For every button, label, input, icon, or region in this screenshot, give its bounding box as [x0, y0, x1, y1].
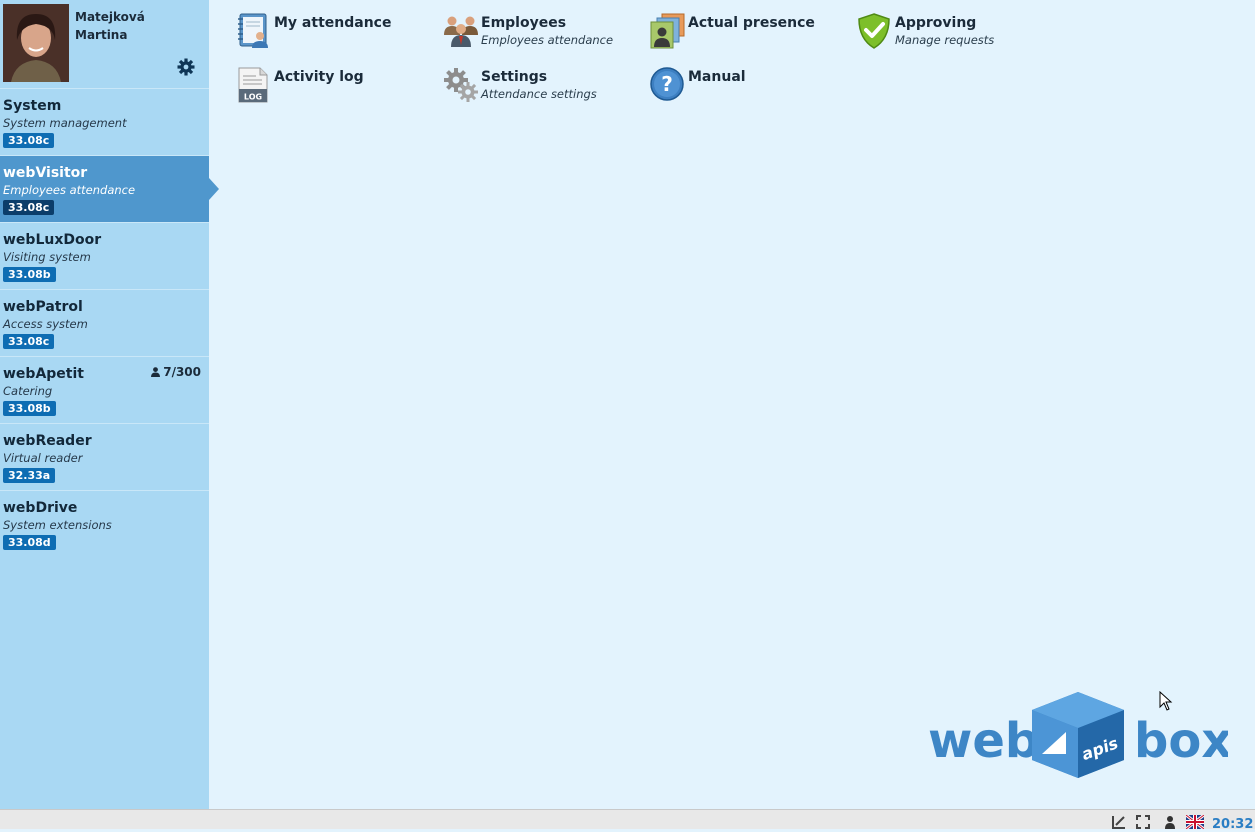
svg-text:web: web — [928, 713, 1039, 769]
shield-check-icon — [857, 13, 893, 49]
module-actual-presence[interactable]: Actual presence — [650, 13, 850, 57]
module-title: Actual presence — [688, 15, 815, 31]
module-title: Approving — [895, 15, 977, 31]
version-badge: 33.08b — [3, 267, 56, 282]
version-badge: 33.08b — [3, 401, 56, 416]
app-item-webvisitor[interactable]: webVisitor Employees attendance 33.08c — [0, 156, 219, 223]
version-badge: 33.08c — [3, 200, 55, 215]
mouse-cursor-icon — [1159, 691, 1173, 711]
app-title: webApetit — [3, 366, 84, 382]
app-title: webPatrol — [3, 299, 83, 315]
help-icon: ? — [650, 67, 686, 103]
app-subtitle: Catering — [3, 384, 53, 398]
app-subtitle: Access system — [3, 317, 88, 331]
person-icon — [151, 367, 161, 377]
svg-text:box: box — [1134, 713, 1228, 769]
app-item-webreader[interactable]: webReader Virtual reader 32.33a — [0, 424, 209, 491]
app-item-webpatrol[interactable]: webPatrol Access system 33.08c — [0, 290, 209, 357]
app-subtitle: Virtual reader — [3, 451, 83, 465]
uk-flag-icon[interactable] — [1186, 815, 1204, 829]
log-document-icon: LOG — [236, 67, 272, 103]
app-title: webReader — [3, 433, 92, 449]
app-title: webLuxDoor — [3, 232, 102, 248]
user-count-value: 7/300 — [163, 365, 201, 379]
notebook-person-icon — [236, 13, 272, 49]
module-manual[interactable]: ? Manual — [650, 67, 850, 111]
user-icon[interactable] — [1163, 815, 1177, 829]
module-employees[interactable]: Employees Employees attendance — [443, 13, 643, 57]
webbox-apis-logo: web apis box — [926, 690, 1232, 780]
app-title: webVisitor — [3, 165, 88, 181]
minimize-arrow-icon[interactable] — [1112, 815, 1126, 829]
module-activity-log[interactable]: LOG Activity log — [236, 67, 436, 111]
app-item-webluxdoor[interactable]: webLuxDoor Visiting system 33.08b — [0, 223, 209, 290]
app-subtitle: Employees attendance — [3, 183, 136, 197]
app-item-webapetit[interactable]: webApetit Catering 33.08b 7/300 — [0, 357, 209, 424]
module-subtitle: Attendance settings — [481, 87, 597, 101]
user-count: 7/300 — [151, 365, 201, 379]
user-last-name: Matejková — [75, 10, 145, 24]
user-panel: Matejková Martina — [0, 0, 209, 89]
version-badge: 33.08c — [3, 133, 55, 148]
app-title: webDrive — [3, 500, 78, 516]
svg-text:?: ? — [661, 72, 673, 96]
module-title: Employees — [481, 15, 567, 31]
fullscreen-icon[interactable] — [1136, 815, 1150, 829]
module-my-attendance[interactable]: My attendance — [236, 13, 436, 57]
app-subtitle: System extensions — [3, 518, 112, 532]
app-item-webdrive[interactable]: webDrive System extensions 33.08d — [0, 491, 209, 557]
app-subtitle: Visiting system — [3, 250, 91, 264]
module-subtitle: Manage requests — [895, 33, 995, 47]
module-title: Activity log — [274, 69, 364, 85]
avatar[interactable] — [3, 4, 69, 82]
module-title: My attendance — [274, 15, 392, 31]
user-first-name: Martina — [75, 28, 128, 42]
module-title: Manual — [688, 69, 746, 85]
module-approving[interactable]: Approving Manage requests — [857, 13, 1057, 57]
module-settings[interactable]: Settings Attendance settings — [443, 67, 643, 111]
gears-icon — [443, 67, 479, 103]
module-title: Settings — [481, 69, 548, 85]
app-item-system[interactable]: System System management 33.08c — [0, 89, 209, 156]
employees-group-icon — [443, 13, 479, 49]
version-badge: 33.08d — [3, 535, 56, 550]
status-bar: 20:32 — [0, 809, 1255, 832]
gear-icon[interactable] — [177, 58, 195, 76]
clock: 20:32 — [1212, 817, 1254, 832]
sidebar: Matejková Martina System System manageme… — [0, 0, 219, 809]
module-subtitle: Employees attendance — [481, 33, 614, 47]
version-badge: 33.08c — [3, 334, 55, 349]
id-cards-icon — [650, 13, 686, 49]
svg-text:LOG: LOG — [244, 93, 262, 102]
app-subtitle: System management — [3, 116, 127, 130]
version-badge: 32.33a — [3, 468, 56, 483]
app-title: System — [3, 98, 62, 114]
